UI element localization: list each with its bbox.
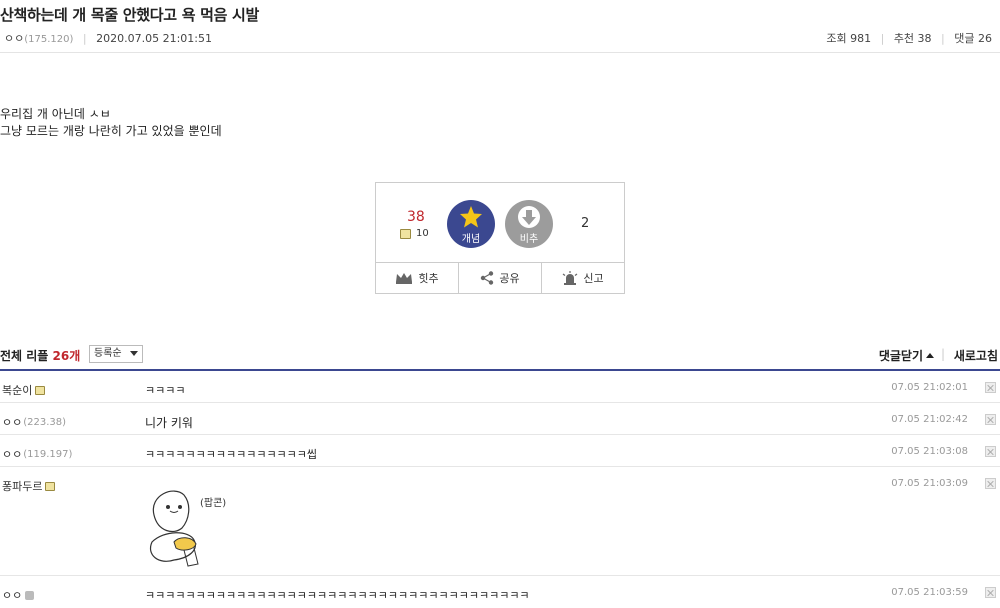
comment-ip: (119.197): [23, 448, 73, 460]
comment-nick[interactable]: ㅇㅇ: [2, 414, 22, 430]
downvote-count: 2: [581, 216, 590, 231]
comment-date: 07.05 21:03:09: [891, 478, 968, 489]
recommend-count: 추천 38: [893, 32, 932, 45]
delete-icon[interactable]: [985, 587, 996, 598]
comment-item: ㅇㅇ ㅋㅋㅋㅋㅋㅋㅋㅋㅋㅋㅋㅋㅋㅋㅋㅋㅋㅋㅋㅋㅋㅋㅋㅋㅋㅋㅋㅋㅋㅋㅋㅋㅋㅋㅋㅋㅋ…: [0, 576, 1000, 608]
author-nick[interactable]: ㅇㅇ: [4, 32, 24, 45]
comment-date: 07.05 21:02:01: [891, 382, 968, 393]
author-ip: (175.120): [24, 34, 74, 45]
close-comments-button[interactable]: 댓글닫기: [879, 347, 934, 364]
comments-total: 전체 리플 26개: [0, 349, 81, 363]
downvote-button[interactable]: 비추: [505, 200, 553, 248]
body-line: 우리집 개 아닌데 ㅅㅂ: [0, 107, 111, 121]
crown-icon: [396, 273, 413, 284]
fixed-user-icon: [400, 228, 411, 239]
share-button[interactable]: 공유: [459, 263, 542, 293]
comment-text: ㅋㅋㅋㅋㅋㅋㅋㅋㅋㅋㅋㅋㅋㅋㅋㅋㅋㅋㅋㅋㅋㅋㅋㅋㅋㅋㅋㅋㅋㅋㅋㅋㅋㅋㅋㅋㅋㅋ: [145, 589, 530, 602]
comment-date: 07.05 21:03:08: [891, 446, 968, 457]
siren-icon: [563, 271, 578, 285]
comment-nick[interactable]: ㅇㅇ: [2, 446, 22, 462]
delete-icon[interactable]: [985, 382, 996, 393]
arrow-down-icon: [518, 206, 540, 228]
comment-item: ㅇㅇ (119.197) ㅋㅋㅋㅋㅋㅋㅋㅋㅋㅋㅋㅋㅋㅋㅋㅋ씹 07.05 21:0…: [0, 435, 1000, 467]
upvote-button[interactable]: 개념: [447, 200, 495, 248]
share-icon: [481, 271, 494, 285]
delete-icon[interactable]: [985, 414, 996, 425]
fixed-user-icon: [35, 385, 46, 395]
meta-separator: |: [82, 32, 87, 45]
sort-select[interactable]: 등록순: [89, 345, 143, 363]
refresh-button[interactable]: 새로고침: [954, 347, 998, 364]
post-body: 우리집 개 아닌데 ㅅㅂ 그냥 모르는 개랑 나란히 가고 있었을 뿐인데: [0, 106, 222, 140]
post-title: 산책하는데 개 목줄 안했다고 욕 먹음 시발: [0, 6, 260, 24]
comments-header: 전체 리플 26개 등록순 댓글닫기 | 새로고침: [0, 345, 998, 364]
comment-nick[interactable]: ㅇㅇ: [2, 587, 22, 603]
doodle-caption: (팝콘): [200, 497, 226, 509]
downvote-label: 비추: [519, 234, 539, 245]
delete-icon[interactable]: [985, 446, 996, 457]
comment-text: ㅋㅋㅋㅋㅋㅋㅋㅋㅋㅋㅋㅋㅋㅋㅋㅋ씹: [145, 448, 318, 461]
comment-item: 퐁파두르 (팝콘) 07.05 21:03:09: [0, 467, 1000, 576]
doodle-sticker-image: (팝콘): [150, 490, 226, 567]
comment-item: ㅇㅇ (223.38) 니가 키워 07.05 21:02:42: [0, 403, 1000, 435]
comment-date: 07.05 21:03:59: [891, 587, 968, 598]
comment-nick[interactable]: 퐁파두르: [2, 478, 42, 494]
comment-nick[interactable]: 복순이: [2, 382, 32, 398]
comment-text: ㅋㅋㅋㅋ: [145, 384, 186, 397]
delete-icon[interactable]: [985, 478, 996, 489]
post-meta: ㅇㅇ(175.120) | 2020.07.05 21:01:51 조회 981…: [4, 32, 992, 45]
views-count: 조회 981: [826, 32, 872, 45]
vote-box: 38 10 개념 비추 2 힛추 공유 신고: [375, 182, 625, 294]
body-line: 그냥 모르는 개랑 나란히 가고 있었을 뿐인데: [0, 124, 222, 138]
hit-recommend-button[interactable]: 힛추: [376, 263, 459, 293]
comment-count[interactable]: 댓글 26: [954, 32, 992, 45]
chevron-up-icon: [926, 353, 934, 358]
member-icon: [25, 590, 35, 600]
comment-date: 07.05 21:02:42: [891, 414, 968, 425]
chevron-down-icon: [130, 351, 138, 356]
post-datetime: 2020.07.05 21:01:51: [96, 32, 213, 45]
comment-ip: (223.38): [23, 416, 67, 428]
comment-text: 니가 키워: [145, 416, 193, 430]
comment-item: 복순이 ㅋㅋㅋㅋ 07.05 21:02:01: [0, 371, 1000, 403]
upvote-count: 38: [407, 209, 425, 225]
fixed-user-icon: [45, 481, 56, 491]
upvote-label: 개념: [461, 234, 481, 245]
header-divider: [0, 52, 1000, 53]
fixed-user-count: 10: [400, 228, 429, 239]
star-icon: [460, 206, 482, 228]
report-button[interactable]: 신고: [542, 263, 624, 293]
